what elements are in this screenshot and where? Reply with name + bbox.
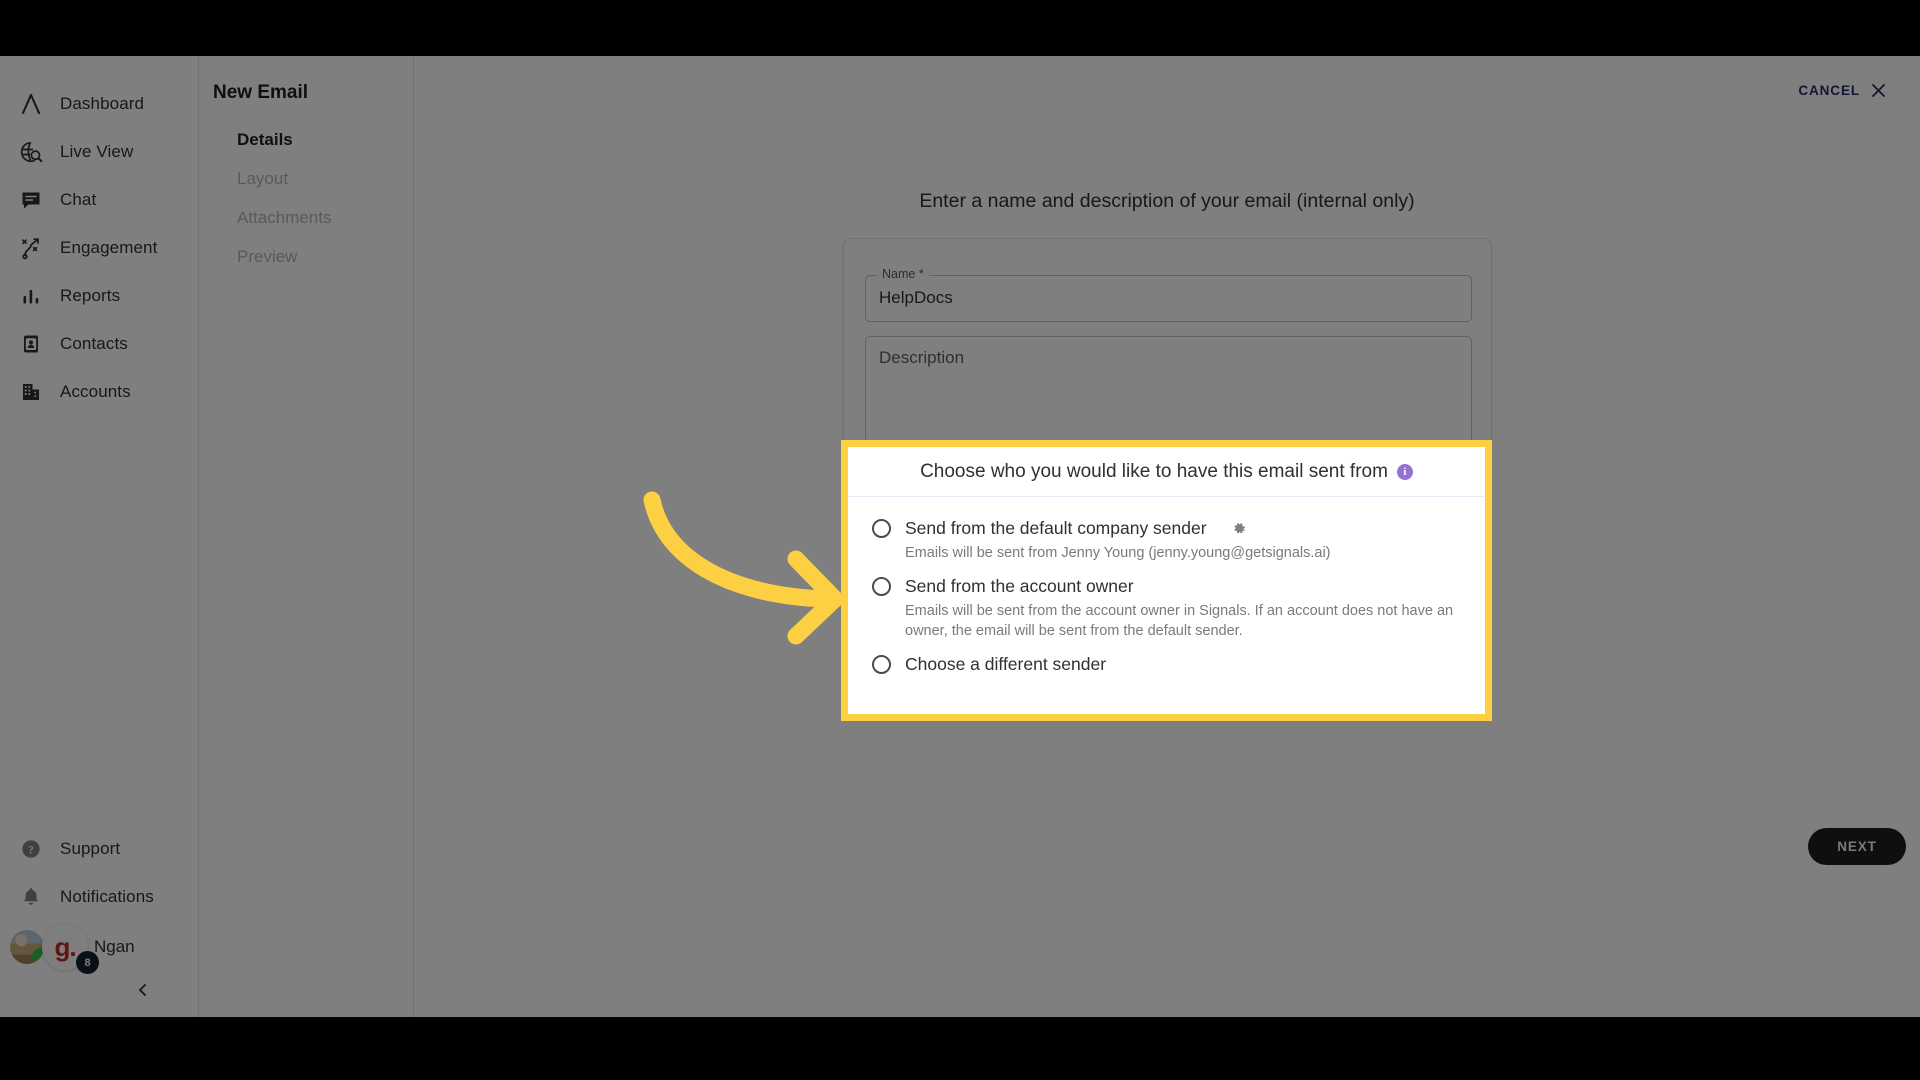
chat-bubble-icon [14, 183, 48, 217]
name-input[interactable]: HelpDocs [879, 288, 953, 308]
sender-option-account-owner[interactable]: Send from the account owner Emails will … [872, 576, 1485, 641]
sidebar-item-label: Reports [60, 286, 121, 305]
sender-selection-card: Choose who you would like to have this e… [848, 447, 1485, 714]
details-heading-row: Enter a name and description of your ema… [414, 190, 1920, 213]
question-circle-icon: ? [14, 832, 48, 866]
sidebar-nav-list: Dashboard Live View Chat Engagement Repo… [0, 80, 199, 416]
sender-selection-highlight: Choose who you would like to have this e… [841, 440, 1492, 721]
wizard-step-list: Details Layout Attachments Preview [199, 120, 414, 276]
close-icon[interactable] [1871, 83, 1886, 98]
avatar[interactable] [10, 930, 44, 964]
building-icon [14, 375, 48, 409]
wizard-step-preview[interactable]: Preview [199, 237, 414, 276]
sender-option-description: Emails will be sent from Jenny Young (je… [905, 545, 1331, 561]
cancel-label: CANCEL [1798, 83, 1860, 98]
sender-option-row[interactable]: Send from the account owner [872, 576, 1485, 597]
sidebar-item-support[interactable]: ? Support [0, 825, 199, 873]
bell-icon [14, 880, 48, 914]
primary-sidebar: Dashboard Live View Chat Engagement Repo… [0, 56, 199, 1017]
sender-option-default-company[interactable]: Send from the default company sender Ema… [872, 518, 1485, 563]
panel-title: New Email [213, 82, 309, 103]
wizard-step-layout[interactable]: Layout [199, 159, 414, 198]
sender-option-list: Send from the default company sender Ema… [848, 497, 1485, 675]
logo-chevron-icon [14, 87, 48, 121]
sidebar-item-label: Engagement [60, 238, 158, 257]
sidebar-item-label: Contacts [60, 334, 128, 353]
sidebar-item-label: Chat [60, 190, 97, 209]
next-button[interactable]: NEXT [1808, 828, 1906, 865]
sender-option-label: Send from the account owner [905, 576, 1134, 596]
sender-card-header: Choose who you would like to have this e… [848, 447, 1485, 497]
engagement-path-icon [14, 231, 48, 265]
sidebar-item-engagement[interactable]: Engagement [0, 224, 199, 272]
radio-default-company[interactable] [872, 519, 891, 538]
sidebar-item-live-view[interactable]: Live View [0, 128, 199, 176]
description-input[interactable]: Description [879, 348, 964, 368]
sidebar-item-contacts[interactable]: Contacts [0, 320, 199, 368]
sidebar-item-label: Support [60, 839, 121, 858]
sender-heading: Choose who you would like to have this e… [920, 460, 1388, 482]
sidebar-item-notifications[interactable]: Notifications [0, 873, 199, 921]
bar-chart-icon [14, 279, 48, 313]
radio-account-owner[interactable] [872, 577, 891, 596]
user-name: Ngan [94, 937, 135, 956]
sidebar-user-row[interactable]: g. 8 Ngan [0, 921, 199, 974]
chevron-left-icon[interactable] [135, 982, 151, 998]
description-field[interactable]: Description [865, 336, 1472, 443]
sender-option-label: Send from the default company sender [905, 518, 1207, 538]
sender-option-row[interactable]: Choose a different sender [872, 654, 1485, 675]
info-icon[interactable]: i [1396, 463, 1413, 480]
grammarly-badge-count[interactable]: 8 [76, 951, 99, 974]
details-heading: Enter a name and description of your ema… [919, 190, 1415, 212]
sidebar-item-label: Notifications [60, 887, 154, 906]
contact-card-icon [14, 327, 48, 361]
sidebar-item-label: Live View [60, 142, 134, 161]
sidebar-item-reports[interactable]: Reports [0, 272, 199, 320]
details-card: Name * HelpDocs Description [843, 238, 1492, 463]
cancel-button[interactable]: CANCEL [1798, 83, 1886, 98]
sender-option-row[interactable]: Send from the default company sender [872, 518, 1485, 539]
globe-search-icon [14, 135, 48, 169]
sender-option-description: Emails will be sent from the account own… [905, 603, 1454, 639]
name-field[interactable]: Name * HelpDocs [865, 267, 1472, 322]
sidebar-item-chat[interactable]: Chat [0, 176, 199, 224]
app-viewport: Dashboard Live View Chat Engagement Repo… [0, 56, 1920, 1017]
sidebar-item-dashboard[interactable]: Dashboard [0, 80, 199, 128]
wizard-step-attachments[interactable]: Attachments [199, 198, 414, 237]
name-field-label: Name * [877, 267, 929, 281]
wizard-step-details[interactable]: Details [199, 120, 414, 159]
sender-option-different-sender[interactable]: Choose a different sender [872, 654, 1485, 675]
letterbox-bottom [0, 1017, 1920, 1080]
sidebar-item-accounts[interactable]: Accounts [0, 368, 199, 416]
wizard-step-panel: New Email Details Layout Attachments Pre… [199, 56, 414, 1017]
sidebar-bottom-group: ? Support Notifications g. 8 Ngan [0, 825, 199, 1007]
sidebar-collapse-row [0, 973, 199, 1007]
radio-different-sender[interactable] [872, 655, 891, 674]
sidebar-item-label: Dashboard [60, 94, 145, 113]
letterbox-top [0, 0, 1920, 56]
sidebar-item-label: Accounts [60, 382, 131, 401]
sender-option-label: Choose a different sender [905, 654, 1107, 674]
gear-icon[interactable] [1231, 521, 1247, 537]
svg-text:?: ? [28, 844, 34, 856]
